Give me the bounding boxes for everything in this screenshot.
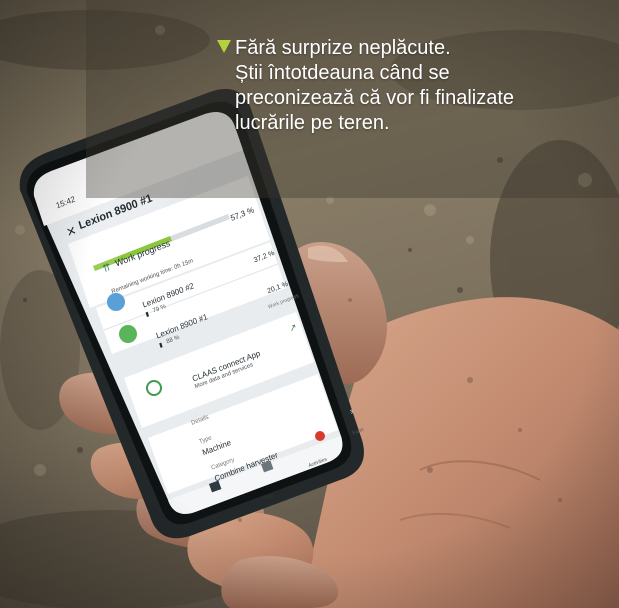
details-label: Details bbox=[190, 414, 210, 427]
fuel-icon: ▮ bbox=[158, 342, 164, 350]
work-progress-percent: 57,3 % bbox=[229, 205, 256, 223]
external-link-icon[interactable]: ↗ bbox=[288, 321, 298, 334]
farm-badge: 3 bbox=[349, 408, 354, 416]
work-progress-icon: ⇈ bbox=[101, 261, 113, 276]
work-progress-label: Work progress bbox=[114, 237, 172, 269]
status-time: 15:42 bbox=[54, 194, 77, 211]
close-icon[interactable]: ✕ bbox=[65, 223, 79, 240]
caption-line-1: Fără surprize neplăcute. bbox=[235, 37, 451, 59]
fuel-icon: ▮ bbox=[145, 311, 150, 319]
machine-name-1[interactable]: Lexion 8900 #2 bbox=[141, 281, 195, 310]
work-progress-small: Work progress bbox=[267, 292, 300, 311]
machine-share-2: 20,1 % bbox=[266, 280, 290, 296]
bullet-arrow-icon bbox=[217, 40, 231, 53]
machine-share-1: 37,2 % bbox=[253, 249, 276, 265]
machine-name-2[interactable]: Lexion 8900 #1 bbox=[155, 312, 209, 341]
screen-title: Lexion 8900 #1 bbox=[77, 192, 154, 233]
